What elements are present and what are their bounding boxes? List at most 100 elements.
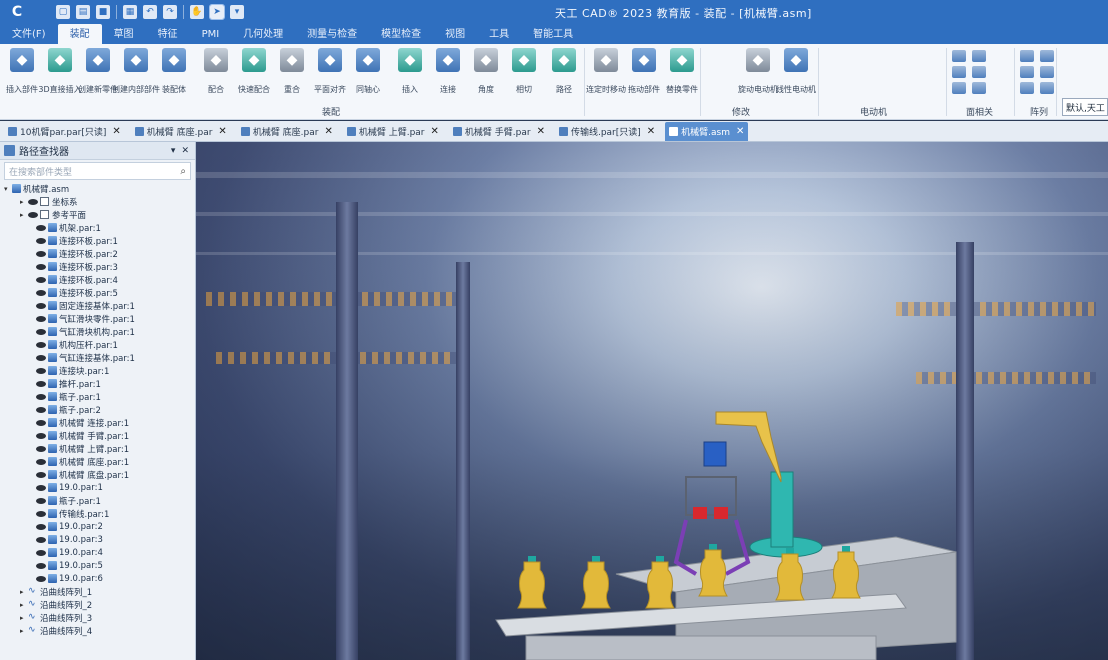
close-tab-icon[interactable]: ✕ (324, 126, 332, 137)
visibility-eye-icon[interactable] (36, 315, 46, 322)
visibility-eye-icon[interactable] (36, 536, 46, 543)
tree-pattern[interactable]: ▸ ∿ 沿曲线阵列_2 (0, 598, 195, 611)
tree-pattern[interactable]: ▸ ∿ 沿曲线阵列_1 (0, 585, 195, 598)
close-tab-icon[interactable]: ✕ (736, 126, 744, 137)
ribbon-button[interactable]: ◆ 旋动电动机 (738, 48, 778, 95)
visibility-eye-icon[interactable] (28, 211, 38, 218)
visibility-eye-icon[interactable] (36, 302, 46, 309)
visibility-eye-icon[interactable] (36, 575, 46, 582)
tree-item[interactable]: 机械臂 底盘.par:1 (0, 468, 195, 481)
tree-item[interactable]: 固定连接基体.par:1 (0, 299, 195, 312)
expand-icon[interactable]: ▸ (20, 588, 28, 596)
expand-icon[interactable]: ▸ (20, 211, 28, 219)
tool-icon[interactable] (972, 66, 986, 78)
open-file-icon[interactable]: ▤ (76, 5, 90, 19)
visibility-eye-icon[interactable] (36, 484, 46, 491)
app-logo-icon[interactable]: C (6, 1, 28, 23)
visibility-eye-icon[interactable] (36, 328, 46, 335)
menu-item[interactable]: 工具 (477, 24, 521, 44)
tree-item[interactable]: 气缸滑块零件.par:1 (0, 312, 195, 325)
tree-item[interactable]: 机械臂 上臂.par:1 (0, 442, 195, 455)
tool-icon[interactable] (952, 82, 966, 94)
tool-icon[interactable] (1020, 82, 1034, 94)
search-icon[interactable]: ⌕ (180, 166, 186, 177)
ribbon-button[interactable]: ◆ 装配体 (156, 48, 192, 95)
visibility-eye-icon[interactable] (36, 276, 46, 283)
expand-icon[interactable]: ▸ (20, 614, 28, 622)
tool-icon[interactable] (972, 82, 986, 94)
menu-item[interactable]: 测量与检查 (295, 24, 369, 44)
style-combo[interactable]: 默认,天工 (1062, 98, 1108, 116)
menu-item[interactable]: 视图 (433, 24, 477, 44)
menu-item[interactable]: 草图 (102, 24, 146, 44)
ribbon-button[interactable]: ◆ 创建内部部件 (112, 48, 160, 95)
ribbon-button[interactable]: ◆ 配合 (198, 48, 234, 95)
ribbon-button[interactable]: ◆ 连接 (430, 48, 466, 95)
ribbon-button[interactable]: ◆ 替换零件 (664, 48, 700, 95)
tree-node[interactable]: ▸ 参考平面 (0, 208, 195, 221)
redo-icon[interactable]: ↷ (163, 5, 177, 19)
visibility-eye-icon[interactable] (36, 354, 46, 361)
visibility-eye-icon[interactable] (36, 250, 46, 257)
tree-item[interactable]: 连接环板.par:3 (0, 260, 195, 273)
tree-node[interactable]: ▸ 坐标系 (0, 195, 195, 208)
ribbon-button[interactable]: ◆ 同轴心 (350, 48, 386, 95)
document-tab[interactable]: 机械臂 上臂.par ✕ (343, 122, 443, 141)
visibility-eye-icon[interactable] (36, 497, 46, 504)
tree-item[interactable]: 19.0.par:5 (0, 559, 195, 572)
expand-icon[interactable]: ▸ (20, 198, 28, 206)
visibility-eye-icon[interactable] (36, 419, 46, 426)
visibility-eye-icon[interactable] (36, 432, 46, 439)
tree-item[interactable]: 连接环板.par:5 (0, 286, 195, 299)
tree-item[interactable]: 19.0.par:4 (0, 546, 195, 559)
menu-item[interactable]: 文件(F) (0, 24, 58, 44)
tool-icon[interactable] (952, 50, 966, 62)
ribbon-button[interactable]: ◆ 重合 (274, 48, 310, 95)
tree-root[interactable]: ▾ 机械臂.asm (0, 182, 195, 195)
menu-item[interactable]: 智能工具 (521, 24, 585, 44)
tree-item[interactable]: 机构压杆.par:1 (0, 338, 195, 351)
menu-item[interactable]: 特征 (146, 24, 190, 44)
document-tab[interactable]: 机械臂.asm ✕ (665, 121, 749, 141)
document-tab[interactable]: 机械臂 手臂.par ✕ (449, 122, 549, 141)
expand-icon[interactable]: ▸ (20, 627, 28, 635)
tree-item[interactable]: 机架.par:1 (0, 221, 195, 234)
tree-pattern[interactable]: ▸ ∿ 沿曲线阵列_4 (0, 624, 195, 637)
visibility-eye-icon[interactable] (36, 510, 46, 517)
menu-item[interactable]: 装配 (57, 24, 102, 44)
save-icon[interactable]: ■ (96, 5, 110, 19)
visibility-eye-icon[interactable] (36, 406, 46, 413)
3d-viewport[interactable] (196, 142, 1108, 660)
tree-pattern[interactable]: ▸ ∿ 沿曲线阵列_3 (0, 611, 195, 624)
visibility-eye-icon[interactable] (36, 263, 46, 270)
ribbon-button[interactable]: ◆ 创建新零件 (78, 48, 118, 95)
visibility-eye-icon[interactable] (36, 471, 46, 478)
ribbon-button[interactable]: ◆ 拖动部件 (626, 48, 662, 95)
close-tab-icon[interactable]: ✕ (647, 126, 655, 137)
ribbon-button[interactable]: ◆ 线性电动机 (776, 48, 816, 95)
document-tab[interactable]: 机械臂 底座.par ✕ (131, 122, 231, 141)
tree-item[interactable]: 连接块.par:1 (0, 364, 195, 377)
select-pointer-icon[interactable]: ➤ (209, 4, 225, 20)
ribbon-button[interactable]: ◆ 连定时移动 (586, 48, 626, 95)
tree-item[interactable]: 19.0.par:3 (0, 533, 195, 546)
tree-item[interactable]: 连接环板.par:2 (0, 247, 195, 260)
tree-item[interactable]: 机械臂 底座.par:1 (0, 455, 195, 468)
tree-item[interactable]: 传输线.par:1 (0, 507, 195, 520)
tree-item[interactable]: 气缸连接基体.par:1 (0, 351, 195, 364)
ribbon-button[interactable]: ◆ 3D直接插入 (38, 48, 82, 95)
ribbon-button[interactable]: ◆ 插入 (392, 48, 428, 95)
visibility-eye-icon[interactable] (28, 198, 38, 205)
visibility-eye-icon[interactable] (36, 523, 46, 530)
visibility-eye-icon[interactable] (36, 562, 46, 569)
customize-toolbar-icon[interactable]: ▾ (230, 5, 244, 19)
tool-icon[interactable] (1040, 66, 1054, 78)
new-file-icon[interactable]: ▢ (56, 5, 70, 19)
tool-icon[interactable] (1040, 50, 1054, 62)
tree-item[interactable]: 19.0.par:1 (0, 481, 195, 494)
pane-close-icon[interactable]: ✕ (181, 146, 189, 156)
visibility-eye-icon[interactable] (36, 224, 46, 231)
visibility-eye-icon[interactable] (36, 549, 46, 556)
menu-item[interactable]: PMI (190, 24, 232, 44)
menu-item[interactable]: 几何处理 (231, 24, 295, 44)
